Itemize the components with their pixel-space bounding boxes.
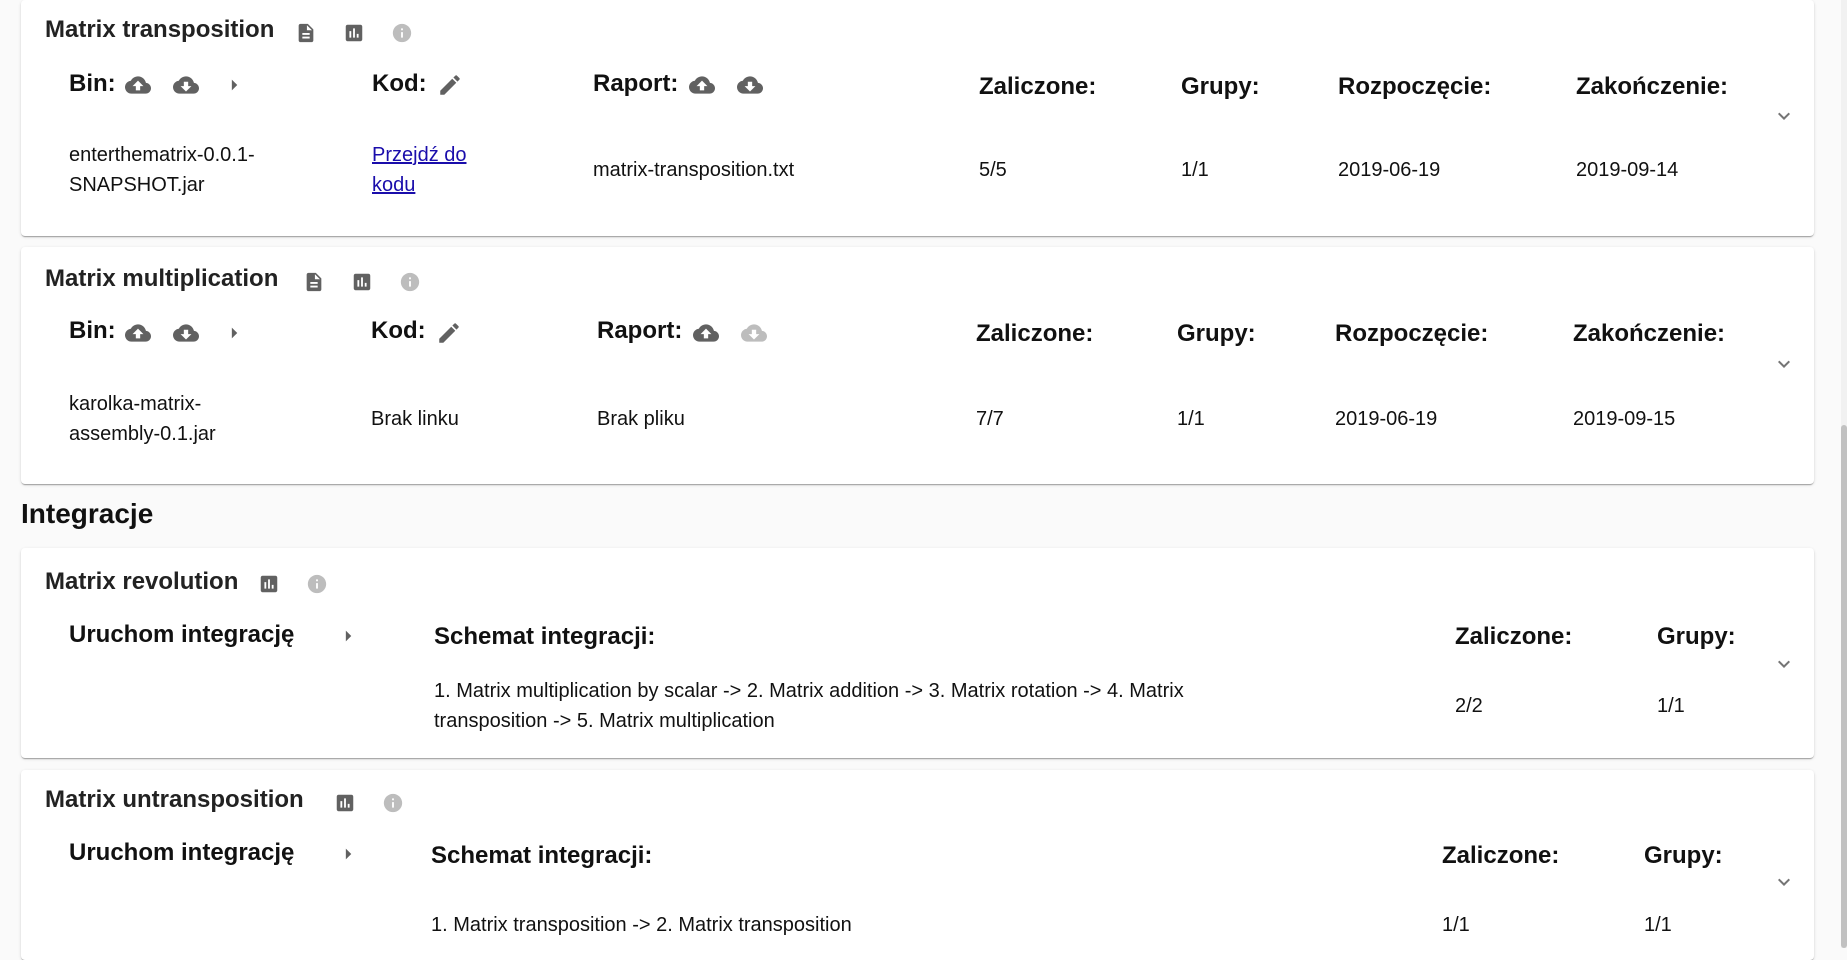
play-icon[interactable] — [221, 72, 247, 98]
bin-filename: enterthematrix-0.0.1-SNAPSHOT.jar — [69, 144, 255, 196]
go-to-code-link[interactable]: Przejdź do kodu — [372, 140, 512, 200]
cloud-download-icon[interactable] — [173, 320, 199, 346]
cloud-upload-icon[interactable] — [693, 320, 719, 346]
bar-chart-icon[interactable] — [343, 22, 365, 44]
groups-value: 1/1 — [1177, 408, 1205, 430]
info-icon[interactable] — [399, 271, 421, 293]
bin-header: Bin: — [69, 70, 116, 97]
cloud-upload-icon[interactable] — [125, 320, 151, 346]
scheme-header: Schemat integracji: — [431, 842, 653, 869]
groups-header: Grupy: — [1644, 842, 1723, 869]
groups-value: 1/1 — [1644, 914, 1672, 936]
assignment-title: Matrix transposition — [45, 16, 275, 43]
integration-card: Matrix untransposition Uruchom integracj… — [21, 770, 1814, 960]
passed-header: Zaliczone: — [1455, 623, 1573, 650]
passed-header: Zaliczone: — [1442, 842, 1560, 869]
passed-header: Zaliczone: — [979, 73, 1097, 100]
passed-value: 1/1 — [1442, 914, 1470, 936]
chevron-down-icon[interactable] — [1772, 104, 1796, 128]
groups-value: 1/1 — [1657, 695, 1685, 717]
document-icon[interactable] — [303, 271, 325, 293]
info-icon[interactable] — [391, 22, 413, 44]
play-icon[interactable] — [221, 320, 247, 346]
report-filename: matrix-transposition.txt — [593, 159, 795, 181]
bar-chart-icon[interactable] — [351, 271, 373, 293]
start-date: 2019-06-19 — [1335, 408, 1438, 430]
passed-header: Zaliczone: — [976, 320, 1094, 347]
report-header: Raport: — [593, 70, 679, 97]
integration-title: Matrix revolution — [45, 568, 239, 595]
code-header: Kod: — [372, 70, 427, 97]
groups-header: Grupy: — [1657, 623, 1736, 650]
start-header: Rozpoczęcie: — [1338, 73, 1492, 100]
play-icon[interactable] — [335, 841, 361, 867]
groups-value: 1/1 — [1181, 159, 1209, 181]
start-header: Rozpoczęcie: — [1335, 320, 1489, 347]
integration-scheme: 1. Matrix multiplication by scalar -> 2.… — [434, 680, 1184, 732]
pencil-icon[interactable] — [436, 320, 462, 346]
info-icon[interactable] — [306, 573, 328, 595]
groups-header: Grupy: — [1177, 320, 1256, 347]
pencil-icon[interactable] — [437, 72, 463, 98]
bin-header: Bin: — [69, 317, 116, 344]
report-header: Raport: — [597, 317, 683, 344]
start-date: 2019-06-19 — [1338, 159, 1441, 181]
chevron-down-icon[interactable] — [1772, 352, 1796, 376]
end-date: 2019-09-14 — [1576, 159, 1679, 181]
cloud-download-icon[interactable] — [737, 72, 763, 98]
bar-chart-icon[interactable] — [258, 573, 280, 595]
assignment-title: Matrix multiplication — [45, 265, 279, 292]
run-integration-label[interactable]: Uruchom integrację — [69, 621, 294, 649]
assignment-card: Matrix multiplication Bin: Kod: Raport: … — [21, 247, 1814, 484]
document-icon[interactable] — [295, 22, 317, 44]
end-header: Zakończenie: — [1573, 320, 1726, 347]
code-missing-text: Brak linku — [371, 408, 459, 430]
cloud-upload-icon[interactable] — [689, 72, 715, 98]
info-icon[interactable] — [382, 792, 404, 814]
integration-scheme: 1. Matrix transposition -> 2. Matrix tra… — [431, 914, 852, 936]
code-header: Kod: — [371, 317, 426, 344]
cloud-download-icon[interactable] — [173, 72, 199, 98]
report-missing-text: Brak pliku — [597, 408, 685, 430]
cloud-download-icon — [741, 320, 767, 346]
chevron-down-icon[interactable] — [1772, 870, 1796, 894]
scrollbar-thumb[interactable] — [1841, 425, 1847, 948]
passed-value: 7/7 — [976, 408, 1004, 430]
end-header: Zakończenie: — [1576, 73, 1729, 100]
bar-chart-icon[interactable] — [334, 792, 356, 814]
scheme-header: Schemat integracji: — [434, 623, 656, 650]
passed-value: 2/2 — [1455, 695, 1483, 717]
bin-filename: karolka-matrix-assembly-0.1.jar — [69, 393, 216, 445]
assignment-card: Matrix transposition Bin: Kod: Raport: Z… — [21, 0, 1814, 236]
integration-title: Matrix untransposition — [45, 786, 304, 813]
end-date: 2019-09-15 — [1573, 408, 1676, 430]
chevron-down-icon[interactable] — [1772, 652, 1796, 676]
cloud-upload-icon[interactable] — [125, 72, 151, 98]
integration-card: Matrix revolution Uruchom integrację Sch… — [21, 548, 1814, 758]
groups-header: Grupy: — [1181, 73, 1260, 100]
play-icon[interactable] — [335, 623, 361, 649]
passed-value: 5/5 — [979, 159, 1007, 181]
integrations-section-title: Integracje — [21, 498, 154, 529]
run-integration-label[interactable]: Uruchom integrację — [69, 839, 294, 867]
